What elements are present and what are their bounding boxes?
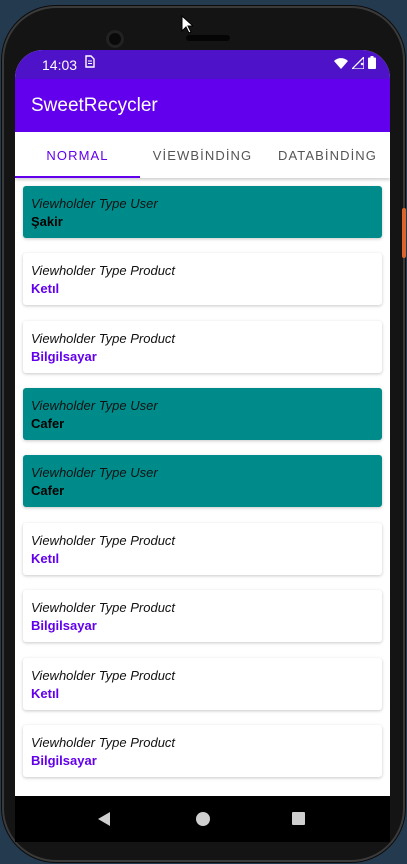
mouse-pointer-icon (181, 14, 195, 39)
sim-icon (85, 55, 95, 71)
tab-viewbinding[interactable]: VİEWBİNDİNG (140, 132, 265, 178)
signal-icon (350, 55, 365, 72)
viewholder-type-label: Viewholder Type User (31, 196, 158, 211)
item-name: Şakir (31, 214, 63, 229)
power-button (402, 208, 406, 258)
viewholder-type-label: Viewholder Type Product (31, 735, 176, 750)
status-bar: 14:03 (15, 50, 390, 79)
user-card[interactable]: Viewholder Type User Cafer (23, 388, 382, 440)
tab-databinding[interactable]: DATABİNDİNG (265, 132, 390, 178)
item-name: Bilgilsayar (31, 618, 97, 633)
tab-normal[interactable]: NORMAL (15, 132, 140, 178)
product-card[interactable]: Viewholder Type Product Ketıl (23, 658, 382, 710)
item-name: Cafer (31, 483, 65, 498)
viewholder-type-label: Viewholder Type User (31, 398, 158, 413)
recycler-list[interactable]: Viewholder Type User Şakir Viewholder Ty… (15, 178, 390, 796)
viewholder-type-label: Viewholder Type Product (31, 668, 176, 683)
viewholder-type-label: Viewholder Type Product (31, 263, 176, 278)
tab-bar: NORMAL VİEWBİNDİNG DATABİNDİNG (15, 132, 390, 178)
product-card[interactable]: Viewholder Type Product Bilgilsayar (23, 590, 382, 642)
item-name: Bilgilsayar (31, 349, 97, 364)
status-time: 14:03 (42, 57, 78, 73)
system-nav-bar (15, 796, 390, 842)
product-card[interactable]: Viewholder Type Product Ketıl (23, 523, 382, 575)
app-title: SweetRecycler (31, 95, 158, 116)
front-camera (106, 30, 124, 48)
user-card[interactable]: Viewholder Type User Cafer (23, 455, 382, 507)
item-name: Ketıl (31, 686, 60, 701)
viewholder-type-label: Viewholder Type Product (31, 331, 176, 346)
app-bar: SweetRecycler (15, 79, 390, 132)
item-name: Ketıl (31, 551, 60, 566)
viewholder-type-label: Viewholder Type Product (31, 533, 176, 548)
home-circle-icon[interactable] (196, 812, 210, 826)
recents-square-icon[interactable] (292, 812, 305, 825)
product-card[interactable]: Viewholder Type Product Bilgilsayar (23, 321, 382, 373)
item-name: Cafer (31, 416, 65, 431)
battery-icon (368, 56, 376, 72)
product-card[interactable]: Viewholder Type Product Bilgilsayar (23, 725, 382, 777)
product-card[interactable]: Viewholder Type Product Ketıl (23, 253, 382, 305)
back-triangle-icon[interactable] (98, 812, 110, 826)
item-name: Bilgilsayar (31, 753, 97, 768)
viewholder-type-label: Viewholder Type Product (31, 600, 176, 615)
viewholder-type-label: Viewholder Type User (31, 465, 158, 480)
user-card[interactable]: Viewholder Type User Şakir (23, 186, 382, 238)
status-icons (334, 55, 376, 72)
device-screen: 14:03 SweetRecycler NORMAL VİEWBİNDİNG D… (15, 50, 390, 796)
wifi-icon (334, 56, 348, 72)
item-name: Ketıl (31, 281, 60, 296)
